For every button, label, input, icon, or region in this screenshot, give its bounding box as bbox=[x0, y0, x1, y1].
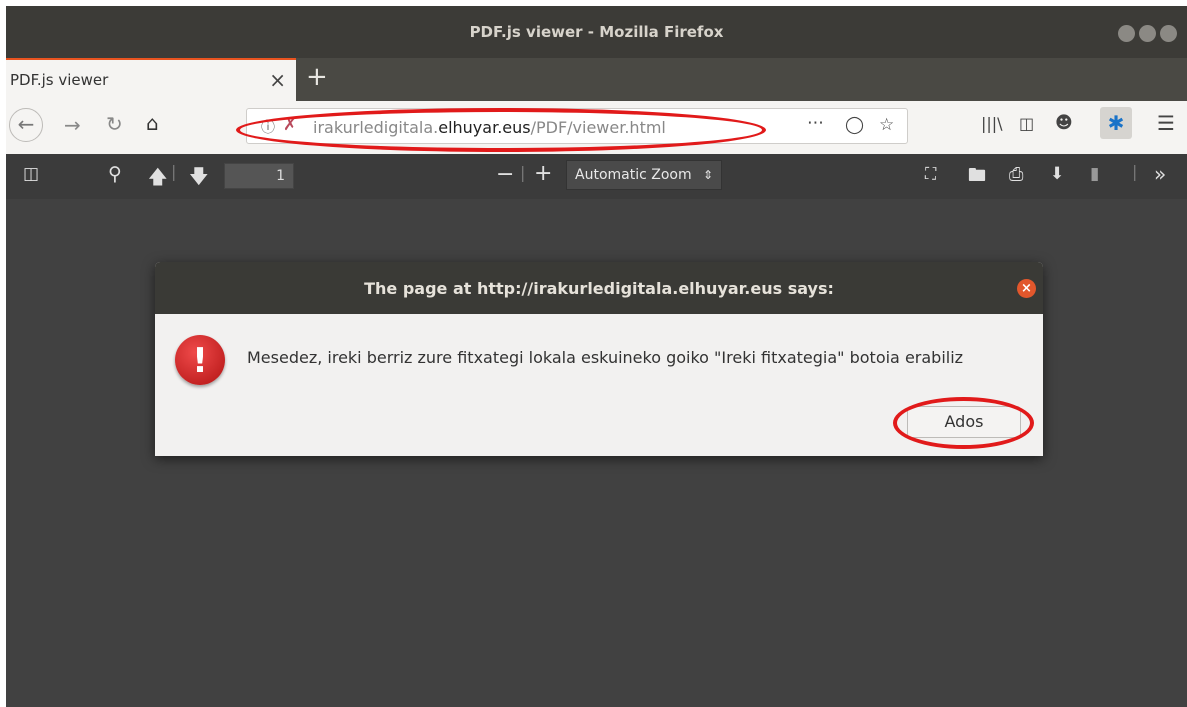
navigation-bar: ← → ↻ ⌂ ⓘ ✗ irakurledigitala.elhuyar.eus… bbox=[6, 101, 1187, 155]
open-file-icon[interactable]: 🖿 bbox=[968, 163, 986, 193]
zoom-select[interactable]: Automatic Zoom ⇕ bbox=[566, 160, 722, 190]
dialog-close-icon[interactable]: × bbox=[1017, 279, 1036, 298]
presentation-mode-icon[interactable]: ⛶ bbox=[925, 164, 936, 184]
find-icon[interactable]: ⚲ bbox=[108, 163, 122, 185]
select-arrows-icon: ⇕ bbox=[702, 168, 713, 182]
info-icon[interactable]: ⓘ bbox=[261, 117, 275, 137]
next-page-icon[interactable]: 🡇 bbox=[189, 163, 209, 195]
pocket-icon[interactable]: ◯ bbox=[845, 115, 864, 135]
toolbar-separator: | bbox=[520, 163, 526, 182]
sidebar-toggle-icon[interactable]: ◫ bbox=[23, 164, 39, 184]
sidebar-icon[interactable]: ◫ bbox=[1019, 114, 1034, 133]
bookmark-icon[interactable]: ▮ bbox=[1090, 164, 1099, 184]
forward-arrow-icon[interactable]: → bbox=[64, 113, 81, 137]
dialog-title: The page at http://irakurledigitala.elhu… bbox=[364, 279, 834, 298]
bookmark-star-icon[interactable]: ☆ bbox=[879, 115, 894, 135]
account-icon[interactable]: ☻ bbox=[1055, 113, 1073, 133]
window-titlebar: PDF.js viewer - Mozilla Firefox bbox=[6, 6, 1187, 58]
tab-pdfjs-viewer[interactable]: PDF.js viewer × bbox=[6, 58, 296, 101]
download-icon[interactable]: ⬇ bbox=[1050, 164, 1064, 184]
maximize-icon[interactable] bbox=[1139, 25, 1156, 42]
zoom-out-icon[interactable]: − bbox=[496, 162, 514, 187]
dialog-titlebar: The page at http://irakurledigitala.elhu… bbox=[155, 262, 1043, 314]
back-button[interactable]: ← bbox=[9, 108, 43, 142]
alert-dialog: The page at http://irakurledigitala.elhu… bbox=[155, 262, 1043, 456]
dialog-message: Mesedez, ireki berriz zure fitxategi lok… bbox=[247, 348, 964, 367]
pdf-toolbar: ◫ ⚲ 🡅 | 🡇 1 − | + Automatic Zoom ⇕ ⛶ 🖿 ⎙ … bbox=[6, 154, 1187, 200]
close-window-icon[interactable] bbox=[1160, 25, 1177, 42]
page-number-input[interactable]: 1 bbox=[224, 163, 294, 189]
page-actions-icon[interactable]: ⋯ bbox=[807, 113, 824, 133]
url-text[interactable]: irakurledigitala.elhuyar.eus/PDF/viewer.… bbox=[313, 118, 666, 137]
new-tab-button[interactable]: + bbox=[306, 62, 328, 92]
insecure-lock-icon[interactable]: ✗ bbox=[283, 115, 297, 135]
zoom-in-icon[interactable]: + bbox=[534, 161, 552, 186]
zoom-label: Automatic Zoom bbox=[575, 167, 692, 183]
error-icon: ! bbox=[175, 335, 225, 385]
minimize-icon[interactable] bbox=[1118, 25, 1135, 42]
ok-button[interactable]: Ados bbox=[907, 406, 1021, 438]
home-icon[interactable]: ⌂ bbox=[146, 111, 159, 135]
window-title: PDF.js viewer - Mozilla Firefox bbox=[469, 23, 724, 41]
print-icon[interactable]: ⎙ bbox=[1009, 164, 1023, 185]
close-tab-icon[interactable]: × bbox=[269, 68, 286, 92]
tab-label: PDF.js viewer bbox=[10, 71, 109, 89]
previous-page-icon[interactable]: 🡅 bbox=[148, 163, 168, 195]
tab-strip: PDF.js viewer × + bbox=[6, 58, 1187, 101]
extension-icon[interactable]: ✱ bbox=[1100, 107, 1132, 139]
menu-hamburger-icon[interactable]: ☰ bbox=[1157, 111, 1175, 135]
url-bar[interactable]: ⓘ ✗ irakurledigitala.elhuyar.eus/PDF/vie… bbox=[246, 108, 908, 144]
toolbar-separator: | bbox=[1132, 162, 1138, 181]
tools-menu-icon[interactable]: » bbox=[1154, 162, 1166, 186]
toolbar-separator: | bbox=[171, 162, 177, 181]
library-icon[interactable]: |||\ bbox=[981, 114, 1003, 133]
reload-icon[interactable]: ↻ bbox=[106, 112, 123, 136]
